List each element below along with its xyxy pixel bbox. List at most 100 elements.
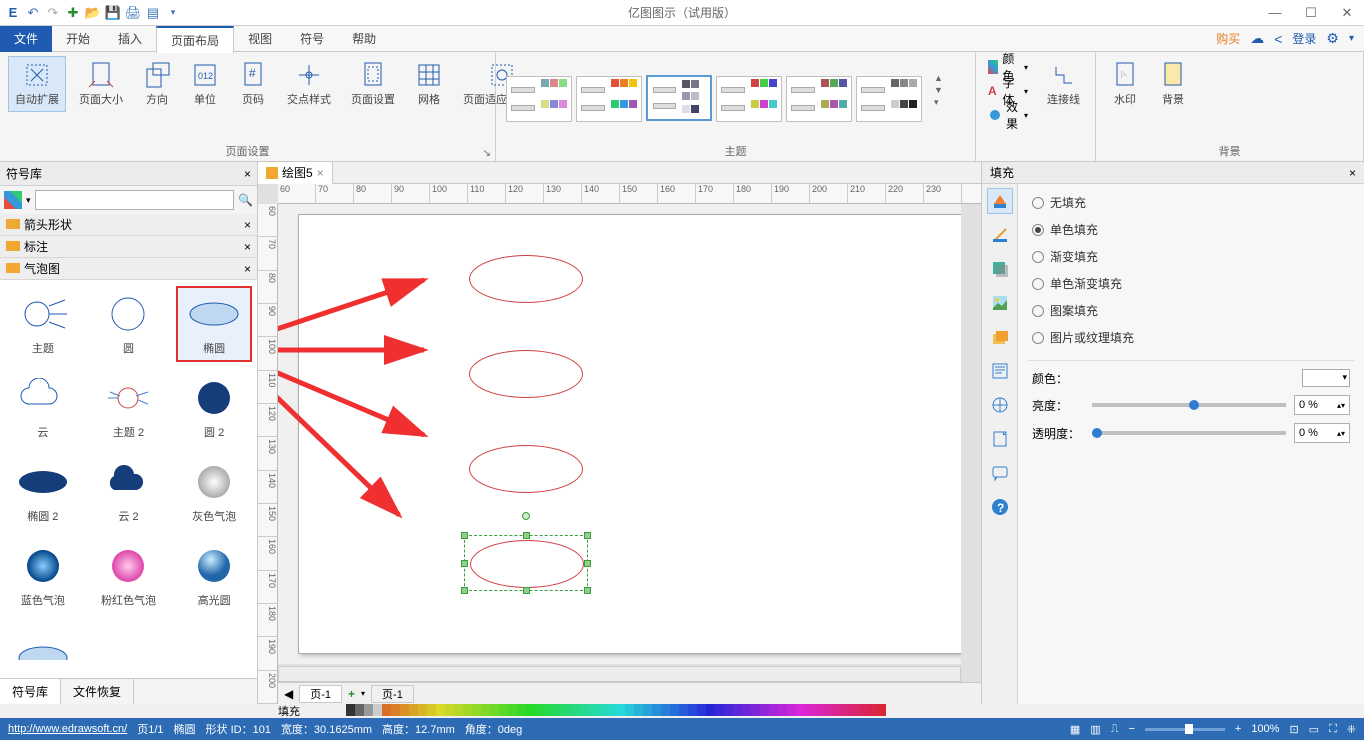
zoom-slider[interactable] <box>1145 728 1225 731</box>
canvas-viewport[interactable] <box>278 204 961 664</box>
brightness-value[interactable]: 0 %▴▾ <box>1294 395 1350 415</box>
opacity-slider[interactable] <box>1092 431 1286 435</box>
canvas-page[interactable] <box>298 214 961 654</box>
shape-高光圆[interactable]: 高光圆 <box>176 538 252 614</box>
category-bubble[interactable]: 气泡图× <box>0 258 257 280</box>
menu-start[interactable]: 开始 <box>52 26 104 52</box>
theme-expand-icon[interactable]: ▾ <box>934 97 943 108</box>
shape-云 2[interactable]: 云 2 <box>90 454 166 530</box>
brightness-slider[interactable] <box>1092 403 1286 407</box>
ellipse-shape[interactable] <box>469 445 583 493</box>
category-arrows[interactable]: 箭头形状× <box>0 214 257 236</box>
doc-tab-close-icon[interactable]: × <box>317 166 324 180</box>
shape-椭圆 2[interactable]: 椭圆 2 <box>5 454 81 530</box>
rtab-hyperlink-icon[interactable] <box>987 392 1013 418</box>
shape-粉红色气泡[interactable]: 粉红色气泡 <box>90 538 166 614</box>
theme-thumb[interactable] <box>786 76 852 122</box>
library-picker-icon[interactable] <box>4 191 22 209</box>
btn-auto-extend[interactable]: 自动扩展 <box>8 56 66 112</box>
buy-link[interactable]: 购买 <box>1216 30 1240 47</box>
redo-icon[interactable]: ↷ <box>44 4 62 22</box>
btn-unit[interactable]: 012单位 <box>184 56 226 112</box>
zoom-out-icon[interactable]: − <box>1128 723 1134 735</box>
export-icon[interactable]: ▤ <box>144 4 162 22</box>
settings-icon[interactable]: ⚙ <box>1326 30 1339 47</box>
rtab-layers-icon[interactable] <box>987 324 1013 350</box>
shape-椭圆[interactable]: 椭圆 <box>176 286 252 362</box>
rtab-fill-icon[interactable] <box>987 188 1013 214</box>
theme-thumb[interactable] <box>716 76 782 122</box>
view-mode-1-icon[interactable]: ▦ <box>1070 723 1080 736</box>
page-setup-launcher-icon[interactable]: ↘ <box>483 148 491 159</box>
symbol-search-input[interactable] <box>35 190 235 210</box>
grid-snap-icon[interactable]: ⁜ <box>1347 723 1356 736</box>
menu-page-layout[interactable]: 页面布局 <box>156 26 234 53</box>
page-tab[interactable]: 页-1 <box>299 685 342 703</box>
btn-intersection[interactable]: 交点样式 <box>280 56 338 112</box>
fill-option-2[interactable]: 渐变填充 <box>1032 248 1350 265</box>
rtab-note-icon[interactable] <box>987 426 1013 452</box>
fill-option-5[interactable]: 图片或纹理填充 <box>1032 329 1350 346</box>
doc-tab[interactable]: 绘图5 × <box>258 162 333 184</box>
maximize-button[interactable]: ☐ <box>1298 3 1324 23</box>
category-callouts[interactable]: 标注× <box>0 236 257 258</box>
menu-symbol[interactable]: 符号 <box>286 26 338 52</box>
btn-theme-effect[interactable]: 效果▾ <box>984 104 1032 126</box>
view-mode-3-icon[interactable]: ⎍ <box>1111 723 1119 736</box>
menu-view[interactable]: 视图 <box>234 26 286 52</box>
search-icon[interactable]: 🔍 <box>238 193 253 207</box>
fill-option-3[interactable]: 单色渐变填充 <box>1032 275 1350 292</box>
shape-蓝色气泡[interactable]: 蓝色气泡 <box>5 538 81 614</box>
page-tab-alt[interactable]: 页-1 <box>371 685 414 703</box>
shape-云[interactable]: 云 <box>5 370 81 446</box>
page-add-icon[interactable]: + <box>348 687 355 701</box>
theme-thumb[interactable] <box>576 76 642 122</box>
menu-file[interactable]: 文件 <box>0 26 52 52</box>
shape-圆 2[interactable]: 圆 2 <box>176 370 252 446</box>
menu-insert[interactable]: 插入 <box>104 26 156 52</box>
btn-orientation[interactable]: 方向 <box>136 56 178 112</box>
shape-灰色气泡[interactable]: 灰色气泡 <box>176 454 252 530</box>
btn-watermark[interactable]: A水印 <box>1104 56 1146 112</box>
btn-connector[interactable]: 连接线 <box>1040 56 1087 157</box>
theme-scroll-up-icon[interactable]: ▲ <box>934 73 943 83</box>
fit-page-icon[interactable]: ⊡ <box>1289 723 1298 736</box>
btn-page-number[interactable]: #页码 <box>232 56 274 112</box>
theme-thumb[interactable] <box>646 75 712 121</box>
menu-help[interactable]: 帮助 <box>338 26 390 52</box>
color-strip[interactable] <box>346 704 886 718</box>
ellipse-shape[interactable] <box>469 255 583 303</box>
new-icon[interactable]: ✚ <box>64 4 82 22</box>
theme-scroll-down-icon[interactable]: ▼ <box>934 85 943 95</box>
theme-thumb[interactable] <box>856 76 922 122</box>
shape-主题 2[interactable]: 主题 2 <box>90 370 166 446</box>
zoom-in-icon[interactable]: + <box>1235 723 1241 735</box>
fill-option-0[interactable]: 无填充 <box>1032 194 1350 211</box>
zoom-level[interactable]: 100% <box>1251 723 1279 735</box>
shape-partial[interactable] <box>5 622 81 678</box>
btn-page-size[interactable]: 页面大小 <box>72 56 130 112</box>
theme-thumb[interactable] <box>506 76 572 122</box>
panel-close-icon[interactable]: × <box>244 167 251 181</box>
fit-width-icon[interactable]: ▭ <box>1309 723 1319 736</box>
selected-shape[interactable] <box>464 535 588 591</box>
fill-option-4[interactable]: 图案填充 <box>1032 302 1350 319</box>
qat-more-icon[interactable]: ▾ <box>164 4 182 22</box>
canvas-scroll-horizontal[interactable] <box>278 666 961 682</box>
undo-icon[interactable]: ↶ <box>24 4 42 22</box>
rtab-comment-icon[interactable] <box>987 460 1013 486</box>
color-picker[interactable]: ▾ <box>1302 369 1350 387</box>
rtab-shadow-icon[interactable] <box>987 256 1013 282</box>
btn-grid[interactable]: 网格 <box>408 56 450 112</box>
tab-recovery[interactable]: 文件恢复 <box>61 679 134 704</box>
minimize-button[interactable]: — <box>1262 3 1288 23</box>
rtab-picture-icon[interactable] <box>987 290 1013 316</box>
close-button[interactable]: ✕ <box>1334 3 1360 23</box>
rtab-text-icon[interactable] <box>987 358 1013 384</box>
rtab-line-icon[interactable] <box>987 222 1013 248</box>
save-icon[interactable]: 💾 <box>104 4 122 22</box>
opacity-value[interactable]: 0 %▴▾ <box>1294 423 1350 443</box>
print-icon[interactable]: 🖨 <box>124 4 142 22</box>
ellipse-shape[interactable] <box>469 350 583 398</box>
rotate-handle[interactable] <box>522 512 530 520</box>
